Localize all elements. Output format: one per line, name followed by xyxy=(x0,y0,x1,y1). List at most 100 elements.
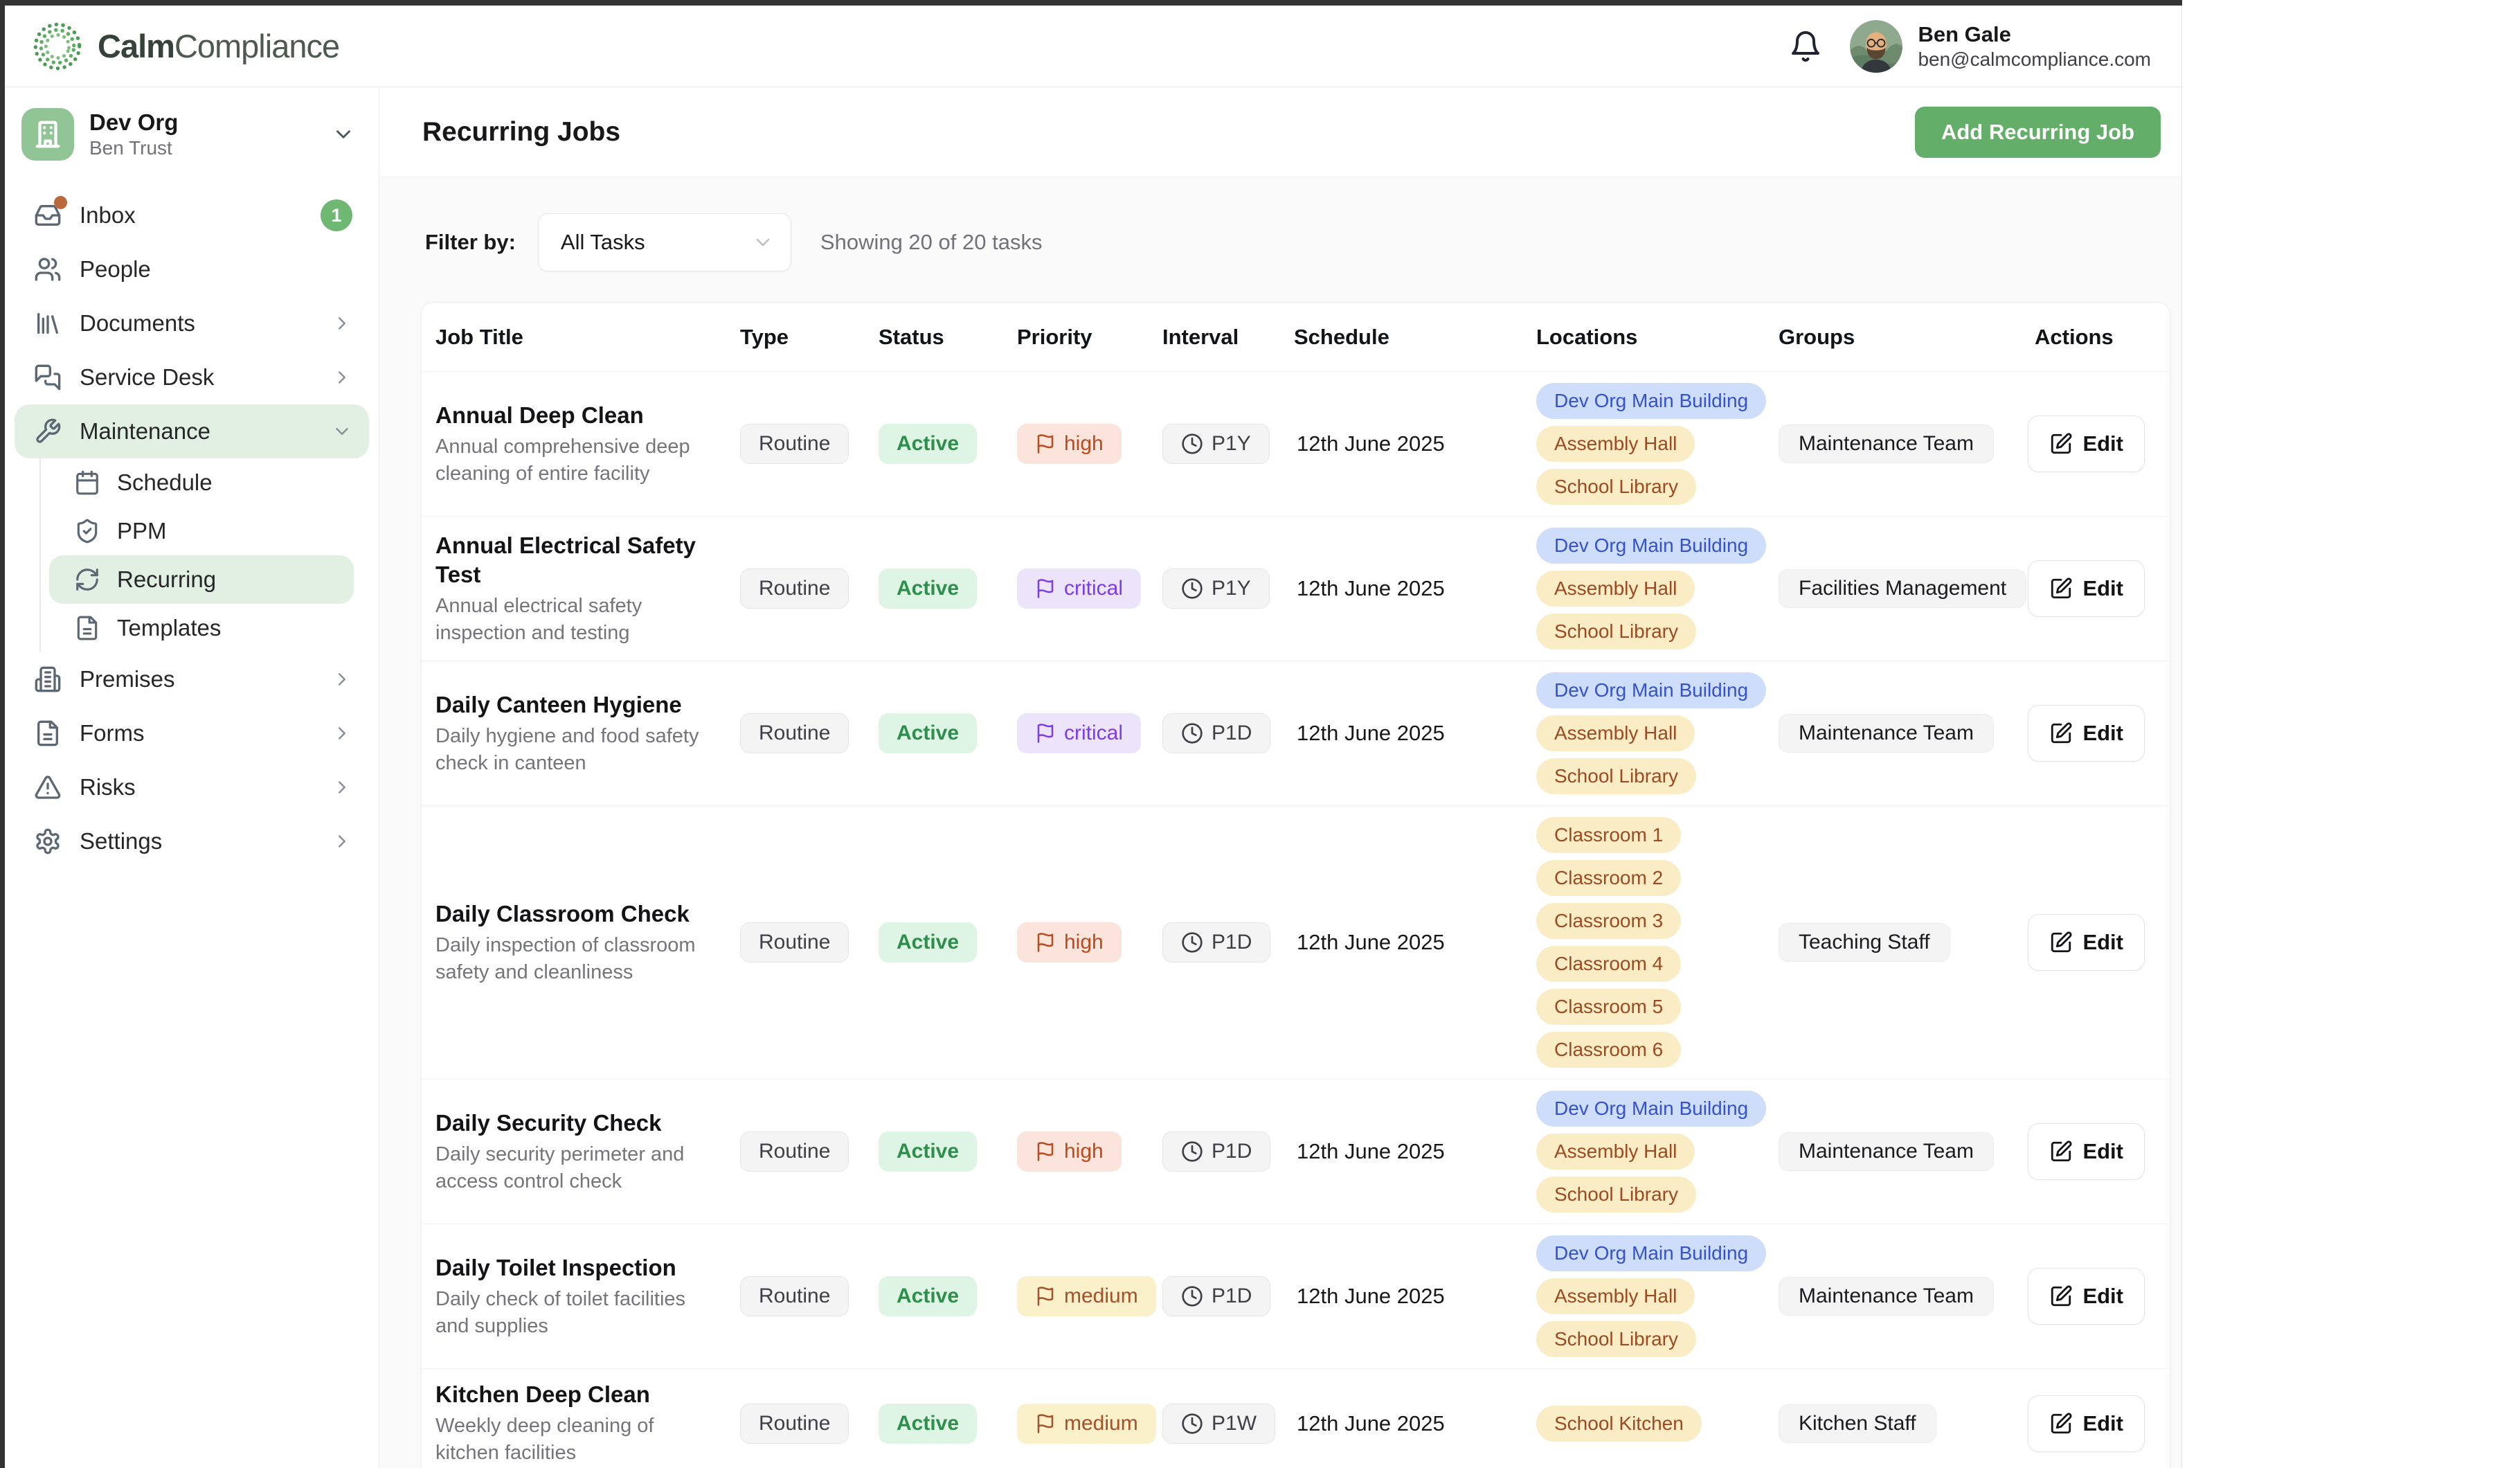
sidebar-item-forms[interactable]: Forms xyxy=(15,706,369,760)
flag-icon xyxy=(1035,1286,1056,1307)
edit-button-label: Edit xyxy=(2082,1284,2123,1309)
table-row: Daily Toilet Inspection Daily check of t… xyxy=(422,1224,2170,1369)
type-badge: Routine xyxy=(740,922,849,963)
priority-label: critical xyxy=(1064,577,1123,600)
chevron-down-icon xyxy=(332,421,352,442)
interval-label: P1Y xyxy=(1212,432,1251,456)
task-filter-select[interactable]: All Tasks xyxy=(538,213,791,271)
location-pill: School Library xyxy=(1536,1176,1696,1212)
status-cell: Active xyxy=(873,713,1011,753)
sidebar-item-icon xyxy=(34,364,62,391)
sidebar-item-icon xyxy=(34,202,62,229)
sidebar-item-label: Maintenance xyxy=(80,418,210,445)
job-title: Kitchen Deep Clean xyxy=(435,1380,707,1409)
locations-list: Dev Org Main BuildingAssembly HallSchool… xyxy=(1536,528,1766,650)
sidebar-item-ppm[interactable]: PPM xyxy=(49,507,354,555)
interval-badge: P1Y xyxy=(1162,569,1270,609)
priority-label: high xyxy=(1064,1140,1104,1163)
sidebar-item-templates[interactable]: Templates xyxy=(49,604,354,652)
sidebar-item-recurring[interactable]: Recurring xyxy=(49,555,354,604)
interval-cell: P1D xyxy=(1157,1131,1288,1172)
schedule-date: 12th June 2025 xyxy=(1294,930,1445,955)
job-title-cell: Daily Classroom Check Daily inspection o… xyxy=(422,899,735,986)
org-switcher[interactable]: Dev Org Ben Trust xyxy=(15,102,369,166)
job-subtitle: Daily check of toilet facilities and sup… xyxy=(435,1286,707,1340)
edit-icon xyxy=(2049,722,2073,745)
group-pill: Maintenance Team xyxy=(1779,1132,1994,1171)
org-name: Dev Org xyxy=(89,109,178,136)
priority-badge: high xyxy=(1017,424,1122,464)
column-header-groups: Groups xyxy=(1773,325,2001,350)
actions-cell: Edit xyxy=(2001,914,2170,971)
sidebar-item-maintenance[interactable]: Maintenance xyxy=(15,404,369,458)
chevron-right-icon xyxy=(332,831,352,852)
edit-icon xyxy=(2049,577,2073,600)
sidebar-item-service-desk[interactable]: Service Desk xyxy=(15,350,369,404)
type-cell: Routine xyxy=(735,569,873,609)
sidebar-item-settings[interactable]: Settings xyxy=(15,814,369,868)
interval-label: P1W xyxy=(1212,1412,1257,1435)
job-subtitle: Annual electrical safety inspection and … xyxy=(435,593,707,647)
edit-button[interactable]: Edit xyxy=(2028,1268,2145,1325)
filter-label: Filter by: xyxy=(425,230,516,255)
sidebar-item-documents[interactable]: Documents xyxy=(15,296,369,350)
sidebar-item-label: Inbox xyxy=(80,202,136,229)
org-avatar-icon xyxy=(21,108,74,161)
brand-name: CalmCompliance xyxy=(98,27,339,65)
groups-cell: Maintenance Team xyxy=(1773,714,2001,753)
flag-icon xyxy=(1035,578,1056,599)
location-pill: Classroom 1 xyxy=(1536,817,1681,853)
priority-cell: medium xyxy=(1011,1276,1157,1316)
edit-button[interactable]: Edit xyxy=(2028,415,2145,472)
edit-button-label: Edit xyxy=(2082,576,2123,601)
notifications-button[interactable] xyxy=(1789,30,1822,63)
sidebar-item-schedule[interactable]: Schedule xyxy=(49,458,354,507)
status-cell: Active xyxy=(873,424,1011,464)
brand-logo-icon xyxy=(31,20,84,73)
locations-cell: Dev Org Main BuildingAssembly HallSchool… xyxy=(1531,1235,1773,1357)
edit-button[interactable]: Edit xyxy=(2028,1395,2145,1452)
schedule-cell: 12th June 2025 xyxy=(1288,715,1531,751)
edit-icon xyxy=(2049,1140,2073,1163)
interval-label: P1D xyxy=(1212,1140,1252,1163)
edit-button[interactable]: Edit xyxy=(2028,914,2145,971)
location-pill: Classroom 5 xyxy=(1536,989,1681,1025)
interval-cell: P1Y xyxy=(1157,424,1288,464)
edit-button[interactable]: Edit xyxy=(2028,705,2145,762)
sidebar-item-inbox[interactable]: Inbox 1 xyxy=(15,188,369,242)
sidebar-item-icon xyxy=(34,827,62,855)
group-pill: Kitchen Staff xyxy=(1779,1404,1936,1443)
sidebar-item-risks[interactable]: Risks xyxy=(15,760,369,814)
clock-icon xyxy=(1181,1140,1203,1163)
add-recurring-job-button[interactable]: Add Recurring Job xyxy=(1915,107,2161,158)
sidebar-subitem-label: Recurring xyxy=(117,566,216,593)
sidebar-item-premises[interactable]: Premises xyxy=(15,652,369,706)
location-pill: School Library xyxy=(1536,469,1696,505)
edit-button-label: Edit xyxy=(2082,930,2123,955)
priority-cell: high xyxy=(1011,424,1157,464)
sidebar-subitem-label: Schedule xyxy=(117,469,213,496)
location-pill: School Library xyxy=(1536,614,1696,650)
job-title-cell: Kitchen Deep Clean Weekly deep cleaning … xyxy=(422,1380,735,1467)
results-count: Showing 20 of 20 tasks xyxy=(820,230,1043,255)
window-left-edge xyxy=(0,0,5,1468)
column-header-schedule: Schedule xyxy=(1288,325,1531,350)
clock-icon xyxy=(1181,722,1203,744)
interval-label: P1Y xyxy=(1212,577,1251,600)
status-badge: Active xyxy=(879,922,977,963)
type-cell: Routine xyxy=(735,424,873,464)
sidebar-nav: Inbox 1 People Documents Service Desk Ma… xyxy=(15,188,369,868)
status-badge: Active xyxy=(879,1131,977,1172)
schedule-date: 12th June 2025 xyxy=(1294,1411,1445,1436)
chevron-right-icon xyxy=(332,313,352,334)
edit-button[interactable]: Edit xyxy=(2028,560,2145,617)
edit-button[interactable]: Edit xyxy=(2028,1123,2145,1180)
sidebar-item-icon xyxy=(34,310,62,337)
type-badge: Routine xyxy=(740,424,849,464)
user-menu[interactable]: Ben Gale ben@calmcompliance.com xyxy=(1850,20,2151,73)
job-title-cell: Daily Toilet Inspection Daily check of t… xyxy=(422,1253,735,1340)
sidebar-item-people[interactable]: People xyxy=(15,242,369,296)
column-header-job-title: Job Title xyxy=(422,325,735,350)
interval-cell: P1D xyxy=(1157,713,1288,753)
interval-cell: P1W xyxy=(1157,1404,1288,1444)
